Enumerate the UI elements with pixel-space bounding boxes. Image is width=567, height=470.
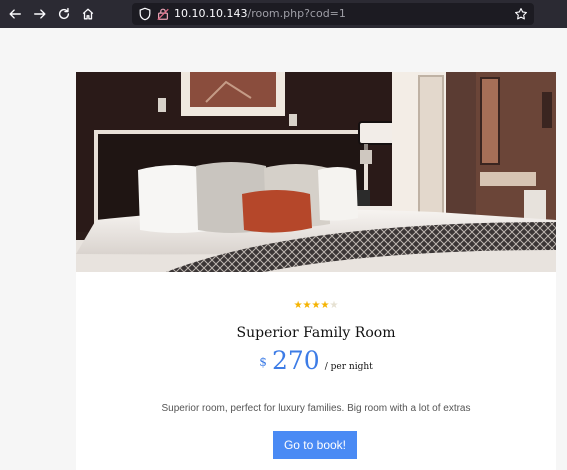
rating-stars: ★★★★★ bbox=[76, 300, 556, 312]
star-empty-icon: ★ bbox=[329, 300, 339, 311]
room-description: Superior room, perfect for luxury famili… bbox=[161, 403, 471, 414]
price-period: / per night bbox=[324, 362, 373, 372]
browser-toolbar: 10.10.10.143/room.php?cod=1 bbox=[0, 0, 567, 28]
reload-icon[interactable] bbox=[55, 5, 73, 23]
room-price: $ 270 / per night bbox=[76, 346, 556, 375]
home-icon[interactable] bbox=[79, 5, 97, 23]
room-card: ★★★★★ Superior Family Room $ 270 / per n… bbox=[76, 72, 556, 470]
url-text[interactable]: 10.10.10.143/room.php?cod=1 bbox=[174, 6, 346, 22]
url-host: 10.10.10.143 bbox=[174, 7, 248, 20]
lock-icon[interactable] bbox=[156, 7, 170, 21]
forward-arrow-icon[interactable] bbox=[31, 5, 49, 23]
url-bar[interactable]: 10.10.10.143/room.php?cod=1 bbox=[132, 3, 534, 25]
bookmark-star-icon[interactable] bbox=[514, 7, 528, 21]
room-name: Superior Family Room bbox=[236, 325, 396, 341]
shield-icon[interactable] bbox=[138, 7, 152, 21]
price-amount: 270 bbox=[271, 346, 320, 375]
room-photo bbox=[76, 72, 556, 272]
star-full-icons: ★★★★ bbox=[293, 300, 330, 311]
url-path: /room.php?cod=1 bbox=[247, 7, 346, 20]
price-currency: $ bbox=[259, 355, 267, 369]
book-button[interactable]: Go to book! bbox=[273, 431, 357, 459]
page-viewport: ★★★★★ Superior Family Room $ 270 / per n… bbox=[0, 28, 567, 470]
back-arrow-icon[interactable] bbox=[6, 5, 24, 23]
